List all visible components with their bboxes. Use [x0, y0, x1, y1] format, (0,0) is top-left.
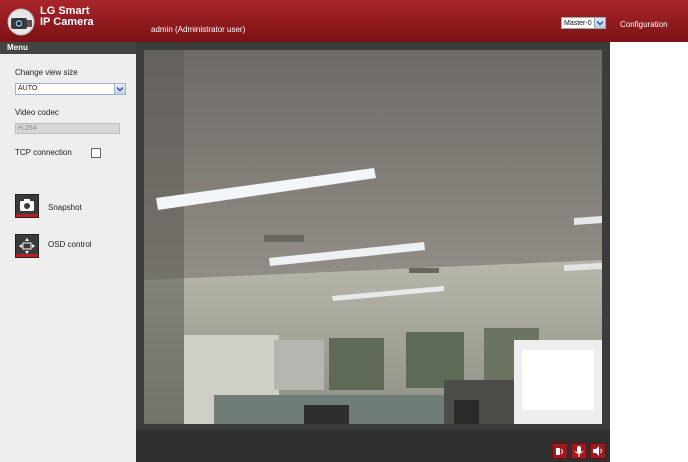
- change-view-size-label: Change view size: [15, 68, 78, 77]
- volume-button[interactable]: [590, 443, 606, 459]
- current-user: admin (Administrator user): [151, 25, 246, 34]
- camera-icon: [16, 199, 38, 217]
- video-control-bar: [136, 430, 610, 462]
- live-video-feed[interactable]: [144, 50, 602, 424]
- osd-icon: [16, 238, 38, 257]
- video-codec-label: Video codec: [15, 108, 59, 117]
- speaker-icon: [556, 448, 563, 455]
- volume-icon: [593, 446, 602, 456]
- camera-logo-icon: [7, 8, 35, 36]
- brand-line-2: IP Camera: [40, 16, 94, 28]
- chevron-down-icon[interactable]: [594, 18, 605, 28]
- snapshot-button[interactable]: [15, 194, 39, 218]
- view-size-select[interactable]: AUTO: [15, 83, 126, 95]
- brand-title: LG Smart IP Camera: [40, 6, 94, 28]
- video-frame-image: [144, 50, 602, 424]
- speaker-button[interactable]: [552, 443, 568, 459]
- snapshot-label: Snapshot: [48, 203, 82, 212]
- tcp-connection-checkbox[interactable]: [91, 148, 101, 158]
- osd-control-label: OSD control: [48, 240, 92, 249]
- menu-title: Menu: [0, 42, 136, 54]
- app-header: LG Smart IP Camera admin (Administrator …: [0, 0, 688, 42]
- microphone-icon: [574, 446, 584, 457]
- view-size-select-value: AUTO: [18, 85, 38, 92]
- video-codec-field: H.264: [15, 123, 120, 134]
- video-panel: [136, 42, 610, 462]
- camera-select[interactable]: Master-0: [561, 17, 606, 29]
- tcp-connection-label: TCP connection: [15, 148, 72, 157]
- configuration-link[interactable]: Configuration: [620, 20, 668, 29]
- osd-control-button[interactable]: [15, 234, 39, 258]
- chevron-down-icon[interactable]: [114, 84, 125, 94]
- microphone-button[interactable]: [571, 443, 587, 459]
- camera-select-value: Master-0: [564, 19, 592, 27]
